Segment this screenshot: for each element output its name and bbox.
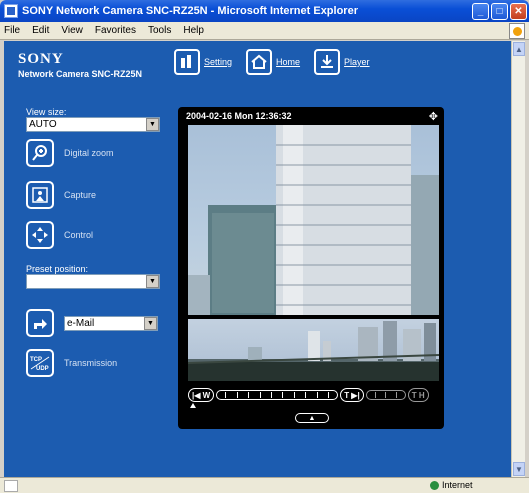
zoom-tele-button[interactable]: T ▶| xyxy=(340,388,364,402)
control-button[interactable]: Control xyxy=(26,221,93,249)
capture-label: Capture xyxy=(64,190,97,200)
move-icon[interactable]: ✥ xyxy=(429,110,438,123)
preset-position-label: Preset position: xyxy=(26,264,89,274)
magnifier-icon xyxy=(26,139,54,167)
svg-text:TCP: TCP xyxy=(30,357,42,363)
panorama-image[interactable] xyxy=(188,319,439,381)
sony-logo: SONY xyxy=(18,51,64,67)
globe-icon xyxy=(430,480,439,490)
menu-edit[interactable]: Edit xyxy=(32,25,49,36)
control-panel: View size: AUTO ▼ xyxy=(26,107,166,132)
zoom-wide-button[interactable]: |◀ W xyxy=(188,388,215,402)
view-size-value: AUTO xyxy=(29,119,57,130)
camera-viewer: 2004-02-16 Mon 12:36:32 ✥ |◀ W T ▶| T H … xyxy=(178,107,444,429)
vertical-scrollbar[interactable]: ▲ ▼ xyxy=(511,41,525,477)
transmission-label: Transmission xyxy=(64,358,118,368)
security-zone: Internet xyxy=(430,480,473,490)
zoom-wide-label: W xyxy=(202,390,211,400)
nav-player-label: Player xyxy=(344,57,370,67)
maximize-button[interactable]: □ xyxy=(491,3,508,20)
chevron-down-icon[interactable]: ▼ xyxy=(146,275,159,288)
page-status-icon xyxy=(4,479,18,492)
nav-home-label: Home xyxy=(276,57,301,67)
capture-icon xyxy=(26,181,54,209)
nav-player[interactable]: Player xyxy=(314,49,370,75)
transmission-button[interactable]: TCP UDP Transmission xyxy=(26,349,117,377)
status-bar: Internet xyxy=(0,477,529,493)
preset-position-group: Preset position: ▼ xyxy=(26,264,160,289)
menu-help[interactable]: Help xyxy=(183,25,204,36)
scroll-down-icon[interactable]: ▼ xyxy=(513,462,525,476)
window-title: SONY Network Camera SNC-RZ25N - Microsof… xyxy=(22,5,358,17)
trigger-icon[interactable] xyxy=(26,309,54,337)
menu-bar: File Edit View Favorites Tools Help xyxy=(0,22,529,40)
view-size-select[interactable]: AUTO ▼ xyxy=(26,117,160,132)
player-icon xyxy=(314,49,341,75)
zoom-tele-end-button[interactable]: T H xyxy=(407,388,429,402)
trigger-row: e-Mail ▼ xyxy=(26,309,158,337)
tcp-udp-icon: TCP UDP xyxy=(26,349,54,377)
digital-zoom-label: Digital zoom xyxy=(64,148,114,158)
zoom-tele-label: T xyxy=(344,390,350,400)
live-camera-image[interactable] xyxy=(188,125,439,315)
digital-zoom-track[interactable] xyxy=(365,390,406,400)
ie-window-icon xyxy=(4,4,18,18)
window-titlebar: SONY Network Camera SNC-RZ25N - Microsof… xyxy=(0,0,529,22)
view-size-label: View size: xyxy=(26,107,67,117)
security-zone-label: Internet xyxy=(442,480,473,490)
model-name: Network Camera SNC-RZ25N xyxy=(18,69,143,79)
windows-logo-icon xyxy=(509,23,525,39)
svg-text:UDP: UDP xyxy=(36,366,49,372)
chevron-down-icon[interactable]: ▼ xyxy=(144,316,157,330)
preset-position-select[interactable]: ▼ xyxy=(26,274,160,289)
timestamp: 2004-02-16 Mon 12:36:32 xyxy=(186,111,292,121)
nav-home[interactable]: Home xyxy=(246,49,300,75)
menu-favorites[interactable]: Favorites xyxy=(95,25,136,36)
chevron-down-icon[interactable]: ▼ xyxy=(146,118,159,131)
nav-setting[interactable]: Setting xyxy=(174,49,232,75)
nav-setting-label: Setting xyxy=(204,57,233,67)
home-icon xyxy=(246,49,273,75)
menu-file[interactable]: File xyxy=(4,25,20,36)
menu-tools[interactable]: Tools xyxy=(148,25,171,36)
trigger-value: e-Mail xyxy=(67,317,95,329)
zoom-tele-end-label: T xyxy=(411,390,417,400)
menu-view[interactable]: View xyxy=(61,25,83,36)
trigger-select[interactable]: e-Mail ▼ xyxy=(64,315,158,331)
top-nav: Setting Home Player xyxy=(174,49,370,75)
control-label: Control xyxy=(64,230,94,240)
zoom-position-marker xyxy=(190,403,196,408)
capture-button[interactable]: Capture xyxy=(26,181,96,209)
digital-zoom-button[interactable]: Digital zoom xyxy=(26,139,114,167)
minimize-button[interactable]: _ xyxy=(472,3,489,20)
setting-icon xyxy=(174,49,200,75)
scroll-up-icon[interactable]: ▲ xyxy=(513,42,525,56)
control-icon xyxy=(26,221,54,249)
camera-page: SONY Network Camera SNC-RZ25N Setting Ho… xyxy=(4,41,511,477)
close-button[interactable]: ✕ xyxy=(510,3,527,20)
collapse-panel-button[interactable]: ▲ xyxy=(295,413,329,423)
zoom-track[interactable] xyxy=(216,390,339,400)
zoom-bar: |◀ W T ▶| T H xyxy=(188,387,439,403)
